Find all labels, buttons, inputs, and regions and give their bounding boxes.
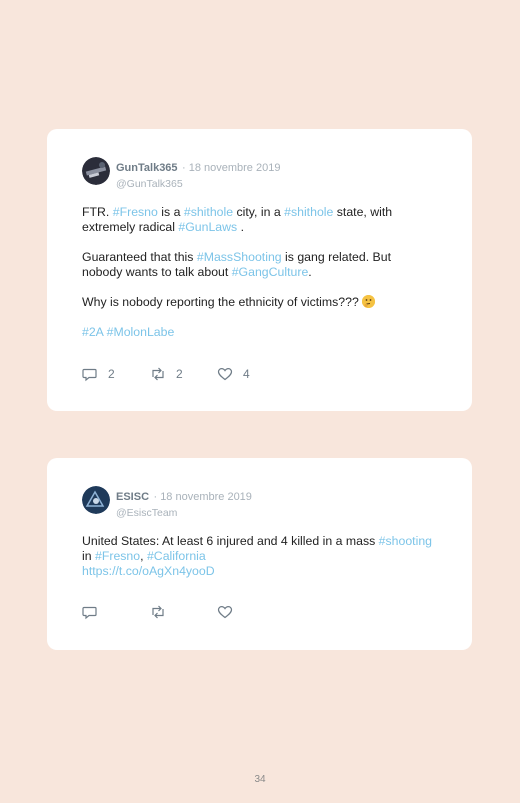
hashtag-link[interactable]: #GunLaws [178,220,237,234]
like-button[interactable] [217,604,233,620]
avatar[interactable] [82,157,110,185]
user-handle[interactable]: @GunTalk365 [116,178,280,190]
retweet-button[interactable]: 2 [150,366,183,382]
tweet-text: FTR. #Fresno is a #shithole city, in a #… [82,205,432,355]
tweet-date: · 18 novembre 2019 [182,162,281,174]
tweet-card: GunTalk365 · 18 novembre 2019 @GunTalk36… [47,129,472,411]
page-number: 34 [254,774,266,785]
display-name[interactable]: GunTalk365 [116,162,178,174]
retweet-count: 2 [176,367,183,381]
user-info: GunTalk365 · 18 novembre 2019 @GunTalk36… [116,158,280,190]
tweet-card: ESISC · 18 novembre 2019 @EsiscTeam Unit… [47,458,472,650]
hashtag-link[interactable]: #shithole [184,205,233,219]
tweet-actions: 2 2 4 [82,366,382,382]
heart-icon [217,605,233,619]
hashtag-link[interactable]: #Fresno [95,549,140,563]
retweet-button[interactable] [150,604,166,620]
reply-button[interactable] [82,604,98,620]
thinking-face-emoji [362,295,376,308]
hashtag-link[interactable]: #Fresno [113,205,158,219]
hashtag-link[interactable]: #MolonLabe [107,325,175,339]
display-name[interactable]: ESISC [116,491,149,503]
tweet-paragraph: #2A #MolonLabe [82,325,432,340]
reply-icon [82,606,97,620]
user-handle[interactable]: @EsiscTeam [116,507,252,519]
tweet-text: United States: At least 6 injured and 4 … [82,534,432,594]
hashtag-link[interactable]: #GangCulture [232,265,309,279]
like-button[interactable]: 4 [217,366,250,382]
tweet-date: · 18 novembre 2019 [153,491,252,503]
hashtag-link[interactable]: #MassShooting [197,250,282,264]
reply-button[interactable]: 2 [82,366,115,382]
heart-icon [217,367,233,381]
user-info: ESISC · 18 novembre 2019 @EsiscTeam [116,487,252,519]
reply-icon [82,368,97,382]
avatar[interactable] [82,486,110,514]
hashtag-link[interactable]: #shithole [284,205,333,219]
retweet-icon [152,367,164,381]
tweet-actions [82,604,382,620]
tweet-paragraph: FTR. #Fresno is a #shithole city, in a #… [82,205,393,234]
reply-count: 2 [108,367,115,381]
tweet-paragraph: Guaranteed that this #MassShooting is ga… [82,250,392,279]
tweet-paragraph: Why is nobody reporting the ethnicity of… [82,295,432,310]
tweet-paragraph: United States: At least 6 injured and 4 … [82,534,433,578]
hashtag-link[interactable]: #2A [82,325,103,339]
hashtag-link[interactable]: #California [147,549,206,563]
retweet-icon [152,605,164,619]
like-count: 4 [243,367,250,381]
url-link[interactable]: https://t.co/oAgXn4yooD [82,564,215,578]
hashtag-link[interactable]: #shooting [379,534,432,548]
